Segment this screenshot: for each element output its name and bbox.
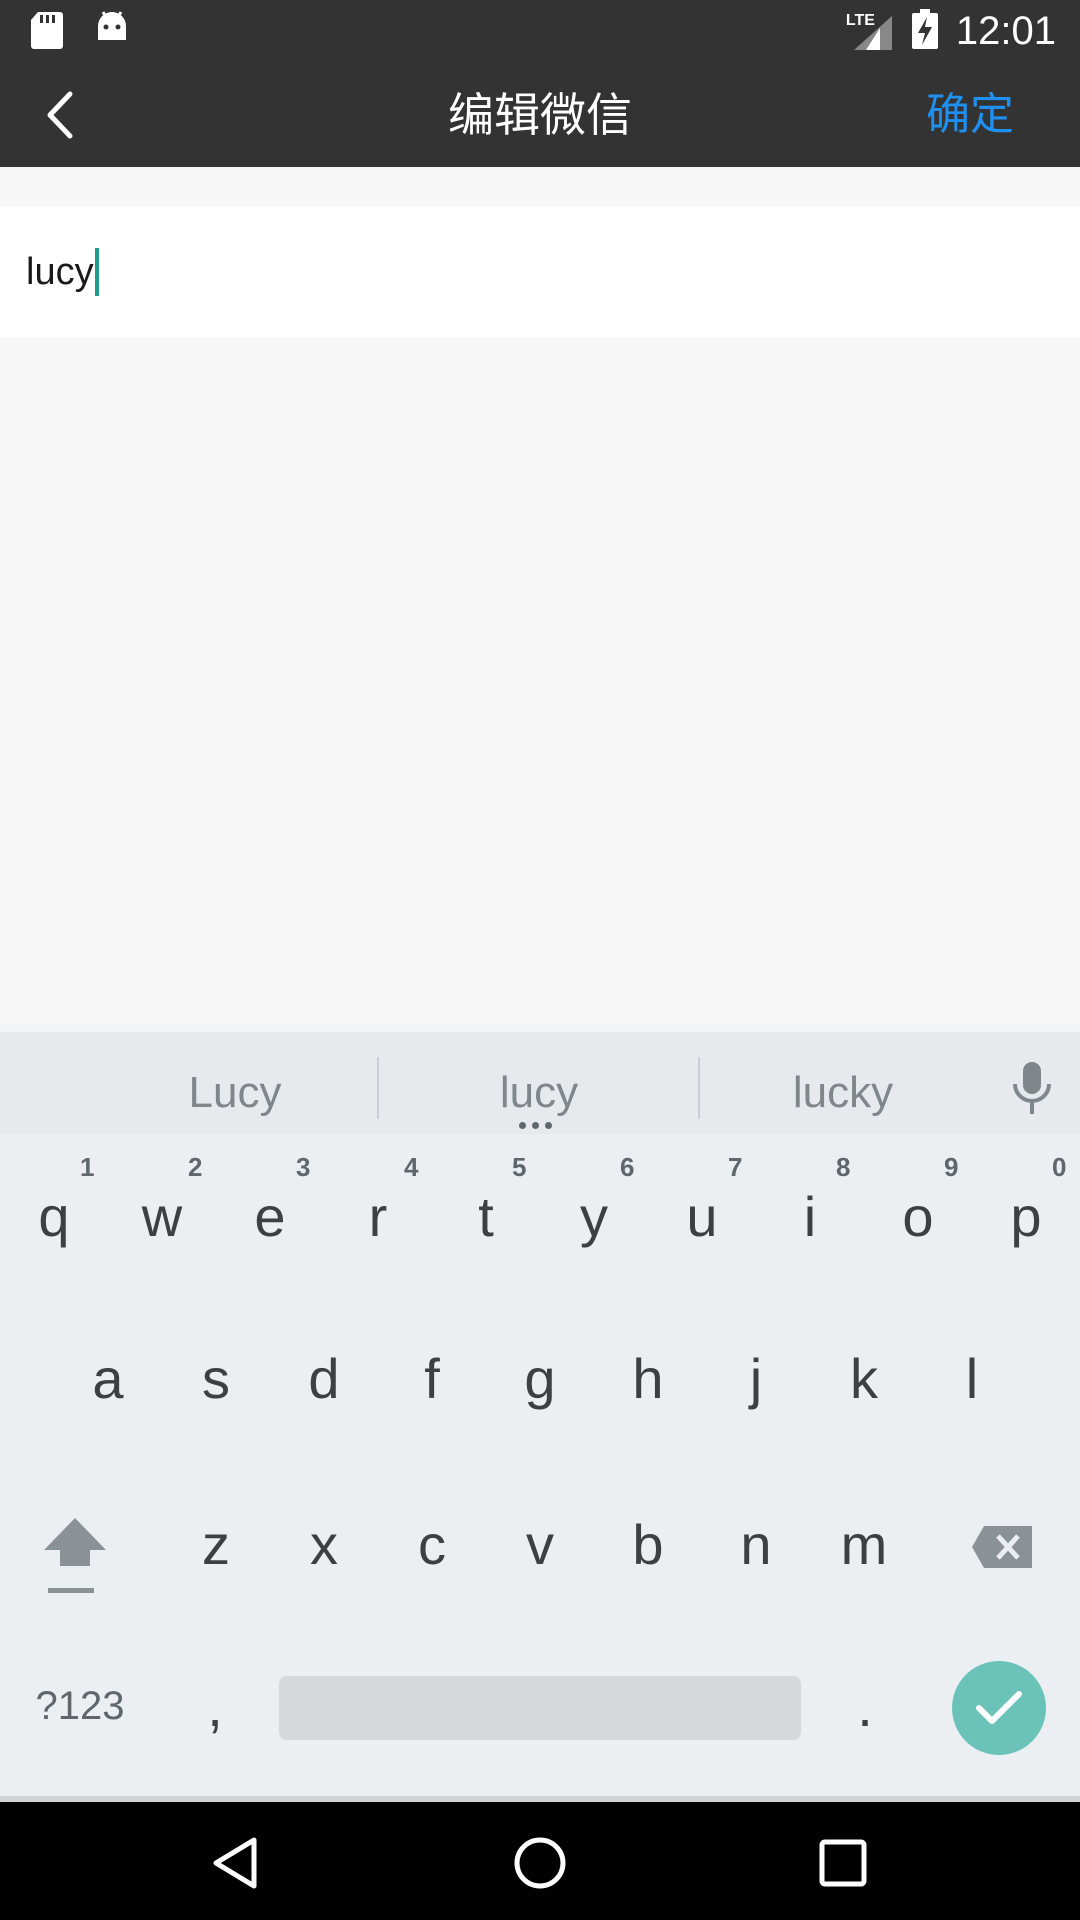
soft-keyboard: Lucy lucy lucky q1w2e3r4t5y6u7i8o9p0 asdf… <box>0 1024 1080 1802</box>
home-circle-icon <box>514 1837 566 1889</box>
symbols-key[interactable]: ?123 <box>20 1684 140 1729</box>
system-nav-bar <box>0 1802 1080 1920</box>
comma-key[interactable]: , <box>185 1674 245 1739</box>
key-v[interactable]: v <box>500 1512 580 1577</box>
key-f[interactable]: f <box>392 1346 472 1411</box>
key-a[interactable]: a <box>68 1346 148 1411</box>
checkmark-icon <box>976 1691 1022 1724</box>
app-toolbar: 编辑微信 确定 <box>0 63 1080 167</box>
key-j[interactable]: j <box>716 1346 796 1411</box>
suggestion-divider <box>377 1057 379 1119</box>
more-suggestions-icon <box>519 1122 552 1129</box>
key-i[interactable]: i <box>770 1184 850 1249</box>
wechat-input-value: lucy <box>26 251 94 293</box>
key-number-hint: 3 <box>296 1152 311 1182</box>
key-h[interactable]: h <box>608 1346 688 1411</box>
key-z[interactable]: z <box>176 1512 256 1577</box>
key-x[interactable]: x <box>284 1512 364 1577</box>
key-y[interactable]: y <box>554 1184 634 1249</box>
key-m[interactable]: m <box>824 1512 904 1577</box>
suggestion-item[interactable]: lucky <box>743 1032 943 1134</box>
status-bar: LTE 12:01 <box>0 0 1080 63</box>
key-number-hint: 7 <box>728 1152 743 1182</box>
status-time: 12:01 <box>955 9 1056 53</box>
recents-square-icon <box>819 1839 867 1887</box>
lte-signal-icon: LTE <box>846 12 894 52</box>
key-n[interactable]: n <box>716 1512 796 1577</box>
suggestion-bar: Lucy lucy lucky <box>0 1024 1080 1134</box>
key-p[interactable]: p <box>986 1184 1066 1249</box>
key-g[interactable]: g <box>500 1346 580 1411</box>
shift-arrow-icon <box>44 1518 106 1593</box>
android-debug-icon <box>94 10 130 55</box>
key-k[interactable]: k <box>824 1346 904 1411</box>
key-u[interactable]: u <box>662 1184 742 1249</box>
shift-key[interactable] <box>40 1514 110 1604</box>
text-cursor <box>94 248 99 296</box>
suggestion-item[interactable]: Lucy <box>135 1032 335 1134</box>
enter-button[interactable] <box>952 1661 1046 1755</box>
key-e[interactable]: e <box>230 1184 310 1249</box>
suggestion-divider <box>698 1057 700 1119</box>
key-o[interactable]: o <box>878 1184 958 1249</box>
key-number-hint: 5 <box>512 1152 527 1182</box>
key-c[interactable]: c <box>392 1512 472 1577</box>
key-number-hint: 2 <box>188 1152 203 1182</box>
nav-home-button[interactable] <box>505 1828 575 1898</box>
suggestion-item[interactable]: lucy <box>439 1032 639 1134</box>
space-bar[interactable] <box>279 1676 801 1740</box>
back-triangle-icon <box>213 1837 257 1889</box>
key-l[interactable]: l <box>932 1346 1012 1411</box>
key-b[interactable]: b <box>608 1512 688 1577</box>
period-key[interactable]: . <box>835 1674 895 1739</box>
battery-charging-icon <box>911 9 938 54</box>
wechat-input-field[interactable]: lucy <box>0 207 1080 337</box>
key-s[interactable]: s <box>176 1346 256 1411</box>
key-d[interactable]: d <box>284 1346 364 1411</box>
nav-back-button[interactable] <box>200 1828 270 1898</box>
page-title: 编辑微信 <box>448 88 632 142</box>
key-number-hint: 6 <box>620 1152 635 1182</box>
key-number-hint: 4 <box>404 1152 419 1182</box>
key-w[interactable]: w <box>122 1184 202 1249</box>
key-t[interactable]: t <box>446 1184 526 1249</box>
key-number-hint: 0 <box>1052 1152 1067 1182</box>
key-number-hint: 9 <box>944 1152 959 1182</box>
microphone-icon[interactable] <box>1008 1060 1056 1121</box>
backspace-icon <box>972 1526 1032 1568</box>
key-number-hint: 1 <box>80 1152 95 1182</box>
sd-card-icon <box>30 10 64 55</box>
key-r[interactable]: r <box>338 1184 418 1249</box>
confirm-button[interactable]: 确定 <box>926 63 1014 167</box>
key-q[interactable]: q <box>14 1184 94 1249</box>
nav-recents-button[interactable] <box>808 1828 878 1898</box>
backspace-key[interactable] <box>970 1522 1036 1572</box>
key-number-hint: 8 <box>836 1152 851 1182</box>
